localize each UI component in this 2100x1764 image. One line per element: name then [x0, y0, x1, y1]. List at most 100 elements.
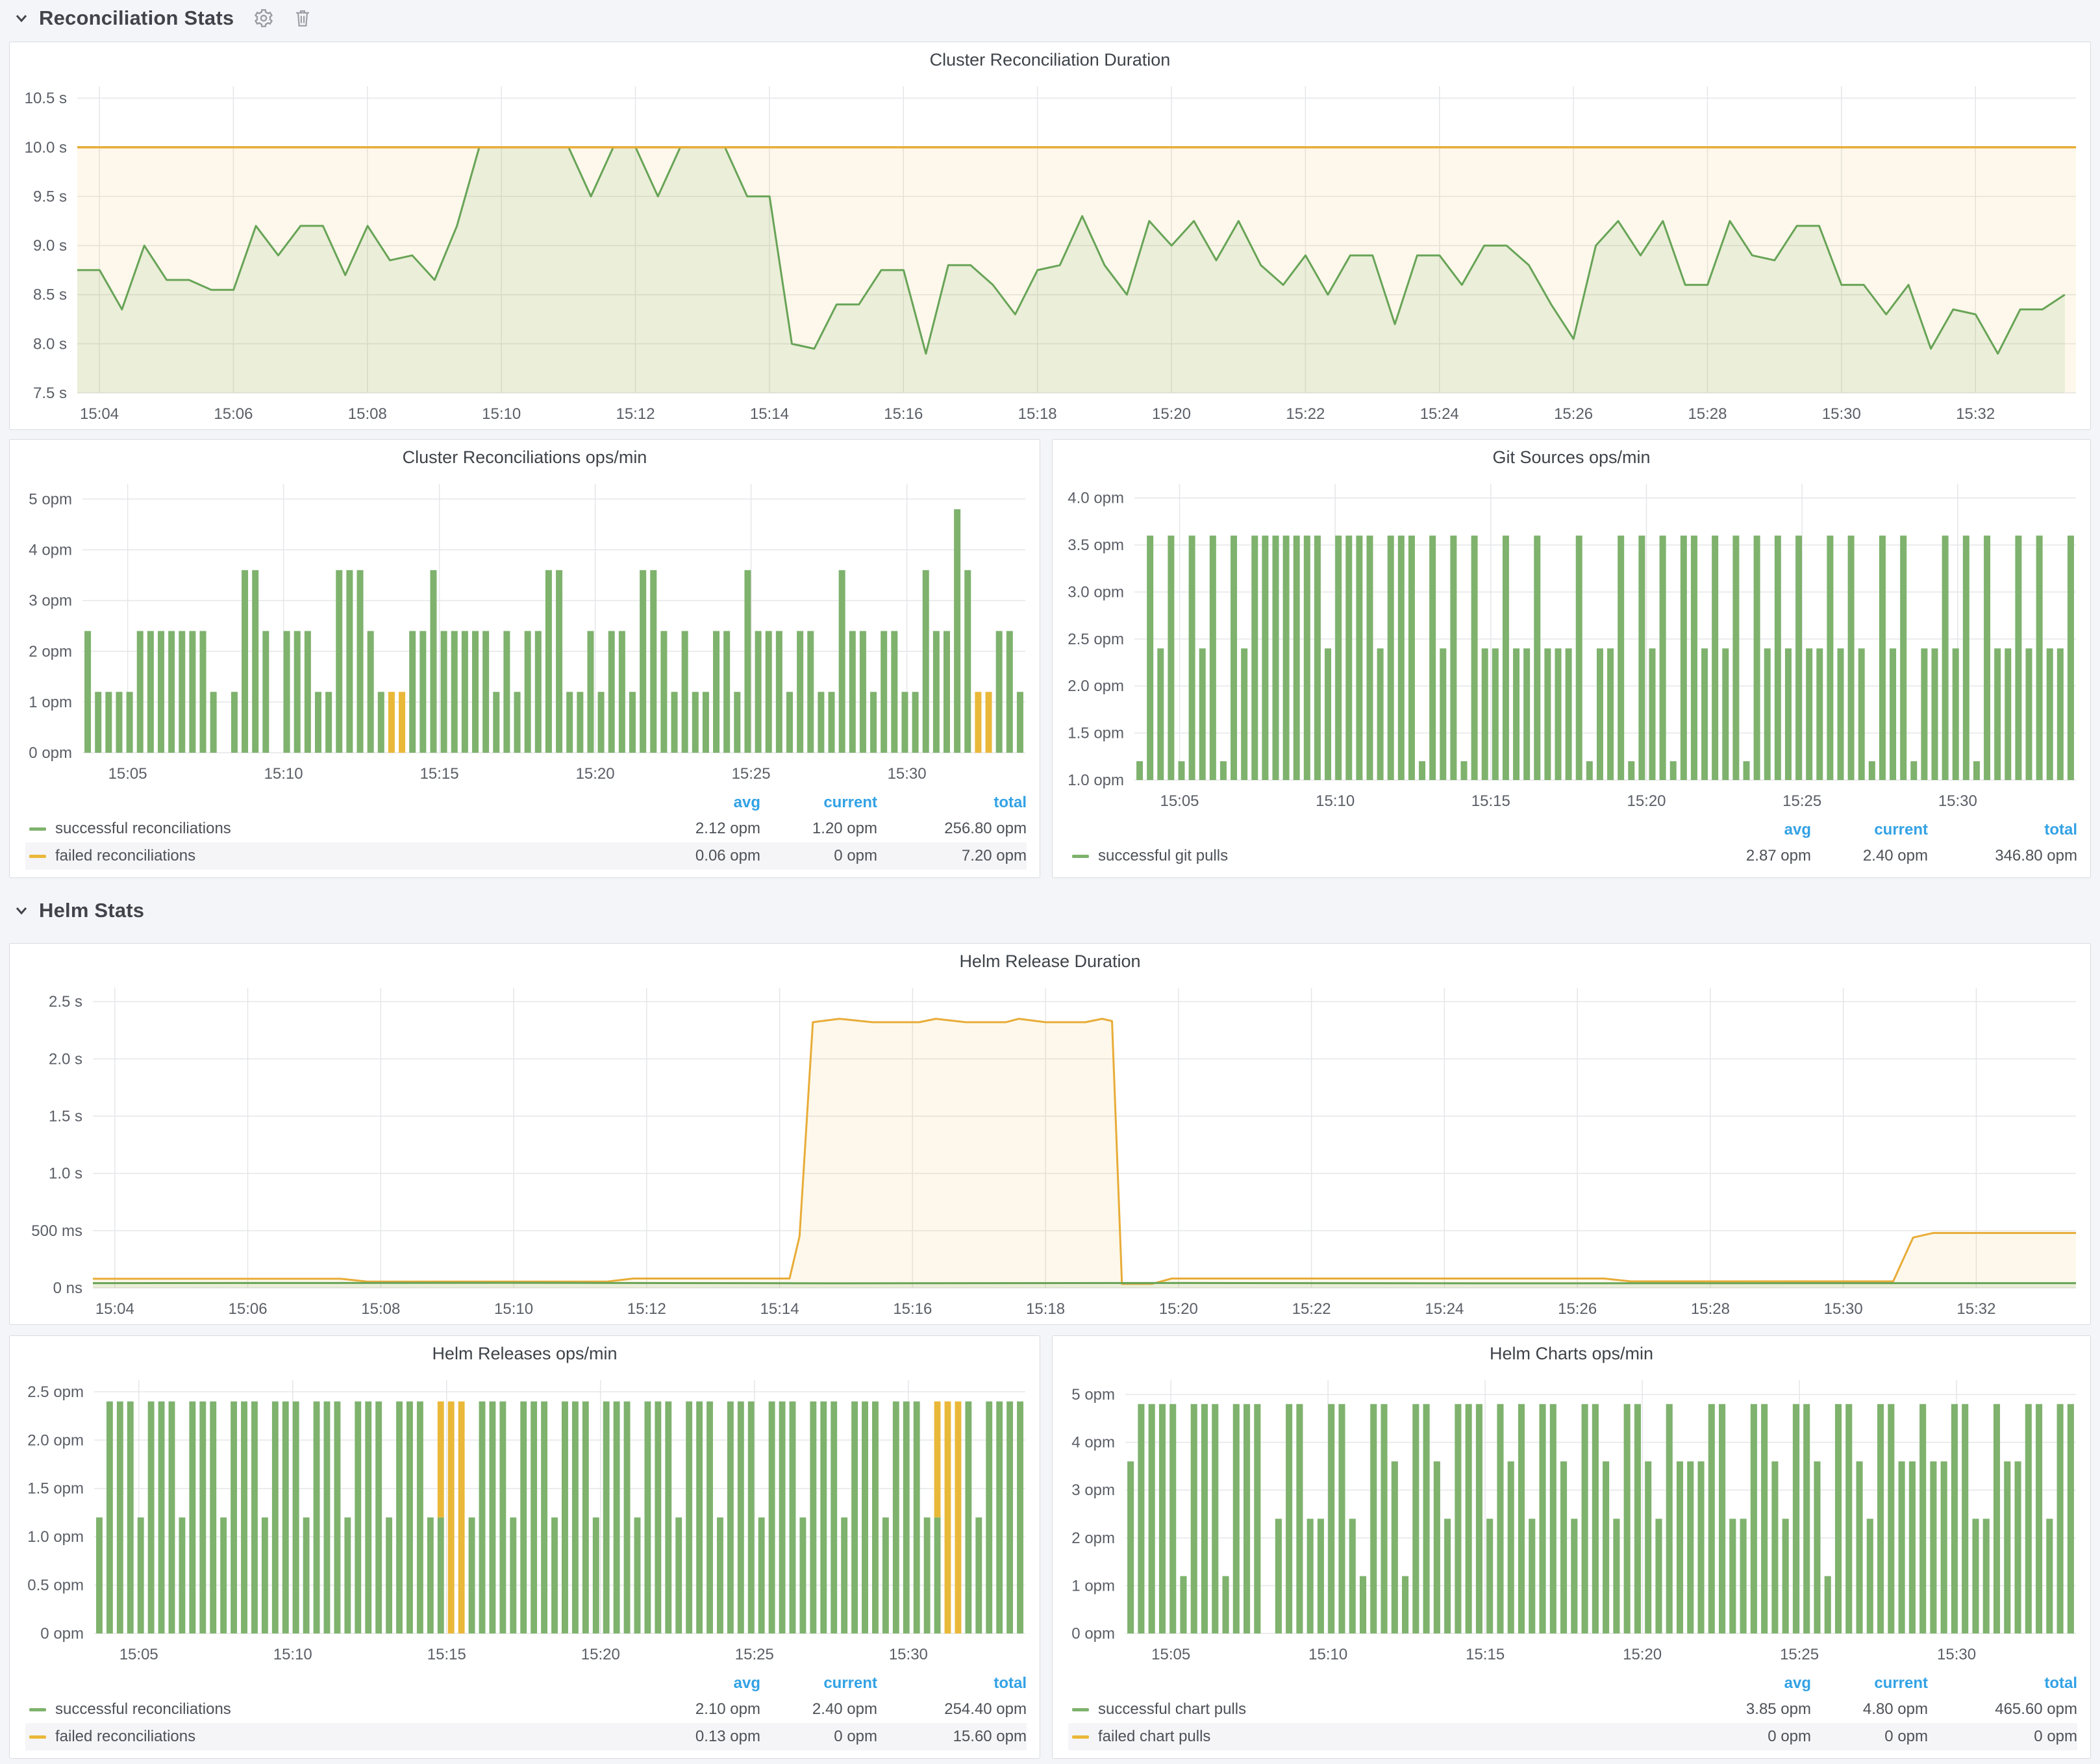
legend-series[interactable]: successful chart pulls: [1068, 1700, 1694, 1719]
current-value: 0 opm: [760, 1728, 877, 1746]
column-avg[interactable]: avg: [1694, 821, 1811, 839]
svg-text:15:20: 15:20: [1623, 1646, 1662, 1663]
panel-title[interactable]: Helm Release Duration: [10, 944, 2090, 979]
legend-row: successful reconciliations 2.10 opm 2.40…: [25, 1696, 1027, 1723]
svg-text:15:28: 15:28: [1688, 405, 1727, 423]
gear-icon[interactable]: [253, 8, 274, 29]
column-current[interactable]: current: [1811, 821, 1928, 839]
column-total[interactable]: total: [877, 1674, 1027, 1693]
svg-text:4.0 opm: 4.0 opm: [1068, 490, 1124, 507]
series-color-dash: [1072, 855, 1089, 858]
panel-cluster-reconciliations-ops: Cluster Reconciliations ops/min 15:0515:…: [9, 439, 1040, 878]
svg-text:2.0 s: 2.0 s: [49, 1050, 82, 1068]
series-color-dash: [1072, 1708, 1089, 1711]
column-total[interactable]: total: [1928, 821, 2077, 839]
svg-text:4 opm: 4 opm: [1071, 1434, 1115, 1452]
chevron-down-icon[interactable]: [14, 905, 29, 916]
svg-text:15:20: 15:20: [1159, 1300, 1198, 1318]
panel-title[interactable]: Cluster Reconciliation Duration: [10, 42, 2090, 77]
svg-text:2 opm: 2 opm: [1071, 1530, 1115, 1547]
svg-text:15:04: 15:04: [95, 1300, 134, 1318]
panel-title[interactable]: Cluster Reconciliations ops/min: [10, 440, 1040, 475]
svg-text:1 opm: 1 opm: [29, 694, 72, 711]
legend: avg current total successful reconciliat…: [10, 789, 1040, 877]
avg-value: 0.06 opm: [644, 847, 760, 865]
svg-text:15:28: 15:28: [1691, 1300, 1730, 1318]
svg-text:15:30: 15:30: [1822, 405, 1861, 423]
avg-value: 0.13 opm: [644, 1728, 760, 1746]
cluster-reconciliations-ops-chart[interactable]: 15:0515:1015:1515:2015:2515:300 opm1 opm…: [10, 475, 1040, 789]
legend-series[interactable]: successful reconciliations: [25, 1700, 644, 1719]
svg-text:1.0 s: 1.0 s: [49, 1165, 82, 1183]
column-current[interactable]: current: [760, 794, 877, 812]
grafana-dashboard: Reconciliation Stats Cluster Reconciliat…: [0, 0, 2100, 1764]
panel-title[interactable]: Helm Charts ops/min: [1053, 1336, 2090, 1371]
svg-text:15:04: 15:04: [80, 405, 119, 423]
legend: avg current total successful reconciliat…: [10, 1670, 1040, 1758]
legend-row: failed chart pulls 0 opm 0 opm 0 opm: [1068, 1723, 2077, 1750]
total-value: 254.40 opm: [877, 1700, 1027, 1719]
svg-text:15:08: 15:08: [348, 405, 387, 423]
svg-text:15:32: 15:32: [1956, 1300, 1995, 1318]
series-color-dash: [1072, 1735, 1089, 1739]
svg-text:15:30: 15:30: [1824, 1300, 1863, 1318]
chevron-down-icon[interactable]: [14, 13, 29, 23]
series-color-dash: [29, 1735, 46, 1739]
svg-text:15:30: 15:30: [1937, 1646, 1976, 1663]
legend-series[interactable]: failed reconciliations: [25, 1728, 644, 1746]
helm-release-duration-chart[interactable]: 15:0415:0615:0815:1015:1215:1415:1615:18…: [10, 979, 2090, 1324]
legend-row: successful git pulls 2.87 opm 2.40 opm 3…: [1068, 842, 2077, 870]
panel-helm-charts-ops: Helm Charts ops/min 15:0515:1015:1515:20…: [1052, 1335, 2091, 1759]
column-avg[interactable]: avg: [1694, 1674, 1811, 1693]
section-title[interactable]: Helm Stats: [39, 899, 144, 922]
legend-series[interactable]: failed chart pulls: [1068, 1728, 1694, 1746]
panel-title[interactable]: Helm Releases ops/min: [10, 1336, 1040, 1371]
current-value: 2.40 opm: [1811, 847, 1928, 865]
column-total[interactable]: total: [877, 794, 1027, 812]
column-current[interactable]: current: [1811, 1674, 1928, 1693]
section-title[interactable]: Reconciliation Stats: [39, 6, 234, 30]
svg-text:15:20: 15:20: [1152, 405, 1191, 423]
column-avg[interactable]: avg: [644, 1674, 760, 1693]
panel-title[interactable]: Git Sources ops/min: [1053, 440, 2090, 475]
legend-series[interactable]: successful reconciliations: [25, 820, 644, 838]
legend-series[interactable]: failed reconciliations: [25, 847, 644, 865]
svg-text:15:32: 15:32: [1956, 405, 1995, 423]
svg-text:15:15: 15:15: [1471, 792, 1510, 810]
svg-text:0.5 opm: 0.5 opm: [27, 1577, 84, 1594]
svg-text:15:12: 15:12: [616, 405, 655, 423]
helm-releases-ops-chart[interactable]: 15:0515:1015:1515:2015:2515:300 opm0.5 o…: [10, 1371, 1040, 1670]
total-value: 0 opm: [1928, 1728, 2077, 1746]
series-label: failed reconciliations: [55, 847, 195, 865]
git-sources-ops-chart[interactable]: 15:0515:1015:1515:2015:2515:301.0 opm1.5…: [1053, 475, 2090, 816]
svg-text:15:30: 15:30: [1938, 792, 1977, 810]
svg-text:10.0 s: 10.0 s: [25, 139, 67, 157]
cluster-reconciliation-duration-chart[interactable]: 15:0415:0615:0815:1015:1215:1415:1615:18…: [10, 77, 2090, 429]
legend-series[interactable]: successful git pulls: [1068, 847, 1694, 865]
svg-text:15:18: 15:18: [1026, 1300, 1065, 1318]
legend-row: successful chart pulls 3.85 opm 4.80 opm…: [1068, 1696, 2077, 1723]
panel-git-sources-ops: Git Sources ops/min 15:0515:1015:1515:20…: [1052, 439, 2091, 878]
helm-charts-ops-chart[interactable]: 15:0515:1015:1515:2015:2515:300 opm1 opm…: [1053, 1371, 2090, 1670]
svg-text:15:20: 15:20: [1627, 792, 1666, 810]
series-label: successful reconciliations: [55, 820, 231, 838]
column-total[interactable]: total: [1928, 1674, 2077, 1693]
total-value: 346.80 opm: [1928, 847, 2077, 865]
svg-text:0 opm: 0 opm: [1071, 1625, 1115, 1643]
svg-text:15:10: 15:10: [482, 405, 521, 423]
legend-header: avg current total: [25, 1671, 1027, 1696]
panel-helm-release-duration: Helm Release Duration 15:0415:0615:0815:…: [9, 943, 2091, 1325]
svg-text:15:20: 15:20: [581, 1646, 620, 1663]
total-value: 256.80 opm: [877, 820, 1027, 838]
column-current[interactable]: current: [760, 1674, 877, 1693]
legend-row: failed reconciliations 0.06 opm 0 opm 7.…: [25, 842, 1027, 870]
svg-text:15:22: 15:22: [1286, 405, 1325, 423]
svg-text:0 ns: 0 ns: [53, 1279, 82, 1297]
svg-text:15:16: 15:16: [884, 405, 923, 423]
svg-text:1.5 s: 1.5 s: [49, 1107, 82, 1125]
svg-text:7.5 s: 7.5 s: [33, 384, 67, 402]
trash-icon[interactable]: [294, 8, 312, 29]
svg-text:15:05: 15:05: [1151, 1646, 1190, 1663]
series-color-dash: [29, 855, 46, 858]
column-avg[interactable]: avg: [644, 794, 760, 812]
